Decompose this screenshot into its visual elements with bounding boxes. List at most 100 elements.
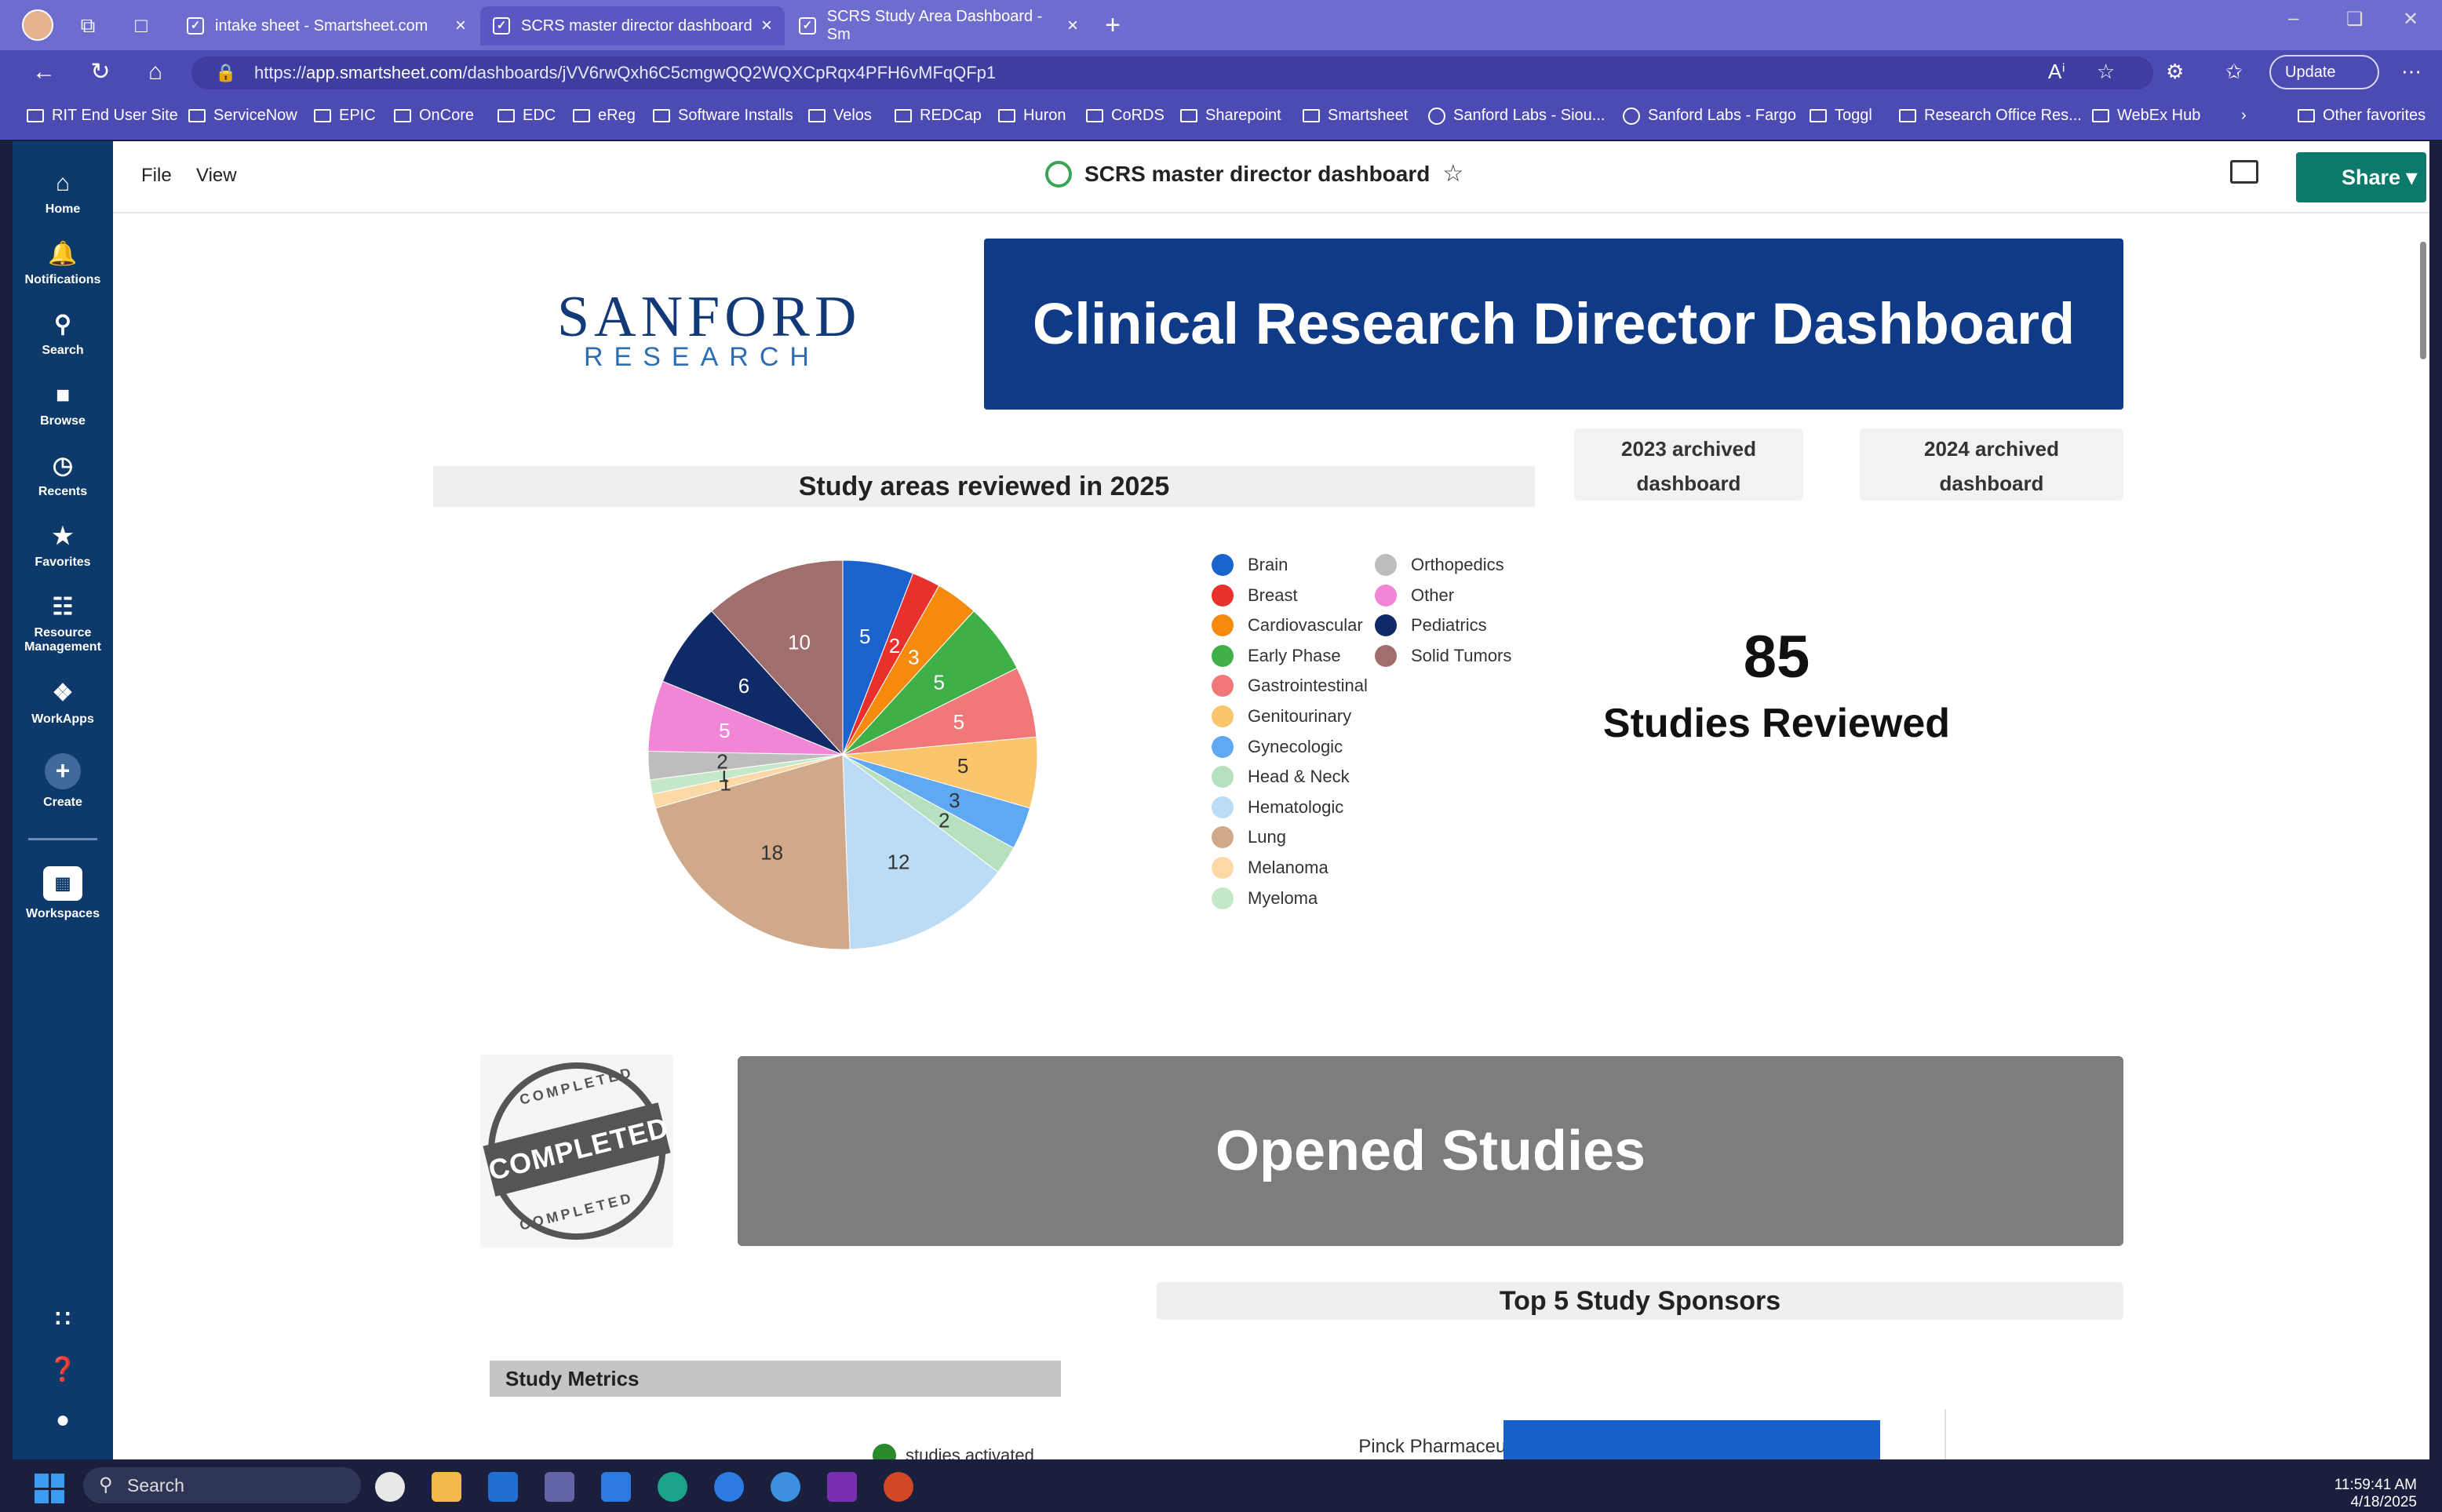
scrollbar-thumb[interactable] bbox=[2420, 242, 2426, 359]
favorite-star-icon[interactable]: ☆ bbox=[2097, 60, 2115, 84]
legend-label: Myeloma bbox=[1248, 887, 1318, 908]
legend-item[interactable]: Genitourinary bbox=[1212, 705, 1351, 727]
favorite-item[interactable]: Velos bbox=[808, 107, 872, 125]
close-window-icon[interactable]: ✕ bbox=[2403, 8, 2418, 31]
file-explorer-icon[interactable] bbox=[432, 1472, 461, 1502]
share-button[interactable]: Share ▾ bbox=[2296, 152, 2426, 202]
legend-item[interactable]: Head & Neck bbox=[1212, 766, 1350, 789]
favorite-star-icon[interactable]: ☆ bbox=[1442, 160, 1463, 188]
outlook-icon[interactable] bbox=[488, 1472, 518, 1502]
favorite-item[interactable]: Sanford Labs - Siou... bbox=[1428, 107, 1605, 125]
nav-recents[interactable]: ◷ Recents bbox=[13, 452, 113, 499]
other-favorites[interactable]: Other favorites bbox=[2298, 107, 2426, 125]
favorite-item[interactable]: OnCore bbox=[394, 107, 474, 125]
more-menu-icon[interactable]: ⋯ bbox=[2401, 60, 2422, 84]
read-aloud-icon[interactable]: Aⁱ bbox=[2048, 60, 2065, 84]
legend-item[interactable]: Gynecologic bbox=[1212, 735, 1343, 758]
nav-search[interactable]: ⚲ Search bbox=[13, 311, 113, 358]
favorite-item[interactable]: EDC bbox=[498, 107, 556, 125]
favorite-item[interactable]: REDCap bbox=[895, 107, 982, 125]
webex-icon[interactable] bbox=[601, 1472, 631, 1502]
legend-label: Early Phase bbox=[1248, 645, 1341, 665]
favorite-item[interactable]: Huron bbox=[998, 107, 1066, 125]
close-tab-icon[interactable]: × bbox=[1067, 15, 1078, 37]
folder-icon bbox=[394, 109, 411, 122]
nav-home[interactable]: ⌂ Home bbox=[13, 169, 113, 217]
tab-actions-icon[interactable]: □ bbox=[127, 11, 155, 39]
workspaces-icon[interactable]: ⧉ bbox=[74, 11, 102, 39]
legend-item[interactable]: Cardiovascular bbox=[1212, 614, 1363, 637]
favorites-overflow-icon[interactable]: › bbox=[2241, 107, 2247, 125]
nav-notifications[interactable]: 🔔 Notifications bbox=[13, 240, 113, 287]
favorite-item[interactable]: Software Installs bbox=[653, 107, 793, 125]
account-icon[interactable]: ● bbox=[13, 1406, 113, 1439]
copilot-icon[interactable] bbox=[771, 1472, 800, 1502]
favorite-item[interactable]: EPIC bbox=[314, 107, 376, 125]
task-view-icon[interactable] bbox=[375, 1472, 405, 1502]
favorite-item[interactable]: RIT End User Site bbox=[27, 107, 178, 125]
home-icon[interactable]: ⌂ bbox=[141, 58, 169, 86]
favorite-item[interactable]: Sanford Labs - Fargo bbox=[1623, 107, 1796, 125]
legend-item[interactable]: Orthopedics bbox=[1375, 554, 1504, 576]
legend-item[interactable]: Melanoma bbox=[1212, 857, 1329, 879]
favorite-item[interactable]: Research Office Res... bbox=[1899, 107, 2082, 125]
powerpoint-icon[interactable] bbox=[884, 1472, 913, 1502]
nav-workapps[interactable]: ❖ WorkApps bbox=[13, 679, 113, 727]
tab-intake-sheet[interactable]: ✓ intake sheet - Smartsheet.com × bbox=[174, 6, 479, 46]
legend-item[interactable]: Pediatrics bbox=[1375, 614, 1487, 637]
favorite-item[interactable]: CoRDS bbox=[1086, 107, 1165, 125]
tab-master-dashboard[interactable]: ✓ SCRS master director dashboard × bbox=[480, 6, 785, 46]
favorite-item[interactable]: ServiceNow bbox=[188, 107, 297, 125]
edge-icon[interactable] bbox=[658, 1472, 687, 1502]
resource-icon: ☷ bbox=[52, 594, 74, 620]
menu-view[interactable]: View bbox=[196, 165, 237, 187]
menu-file[interactable]: File bbox=[141, 165, 172, 187]
legend-label: Cardiovascular bbox=[1248, 615, 1363, 636]
windows-start-icon[interactable] bbox=[35, 1474, 64, 1503]
minimize-icon[interactable]: – bbox=[2288, 8, 2298, 30]
archived-2024-button[interactable]: 2024 archived dashboard bbox=[1860, 428, 2123, 501]
favorites-icon[interactable]: ✩ bbox=[2225, 60, 2243, 84]
new-tab-button[interactable]: + bbox=[1099, 11, 1127, 39]
close-tab-icon[interactable]: × bbox=[761, 15, 772, 37]
link-icon bbox=[1899, 109, 1916, 122]
help-app-icon[interactable] bbox=[714, 1472, 744, 1502]
favorite-item[interactable]: eReg bbox=[573, 107, 636, 125]
tab-study-area-dashboard[interactable]: ✓ SCRS Study Area Dashboard - Sm × bbox=[786, 6, 1091, 46]
vertical-scrollbar[interactable] bbox=[2417, 213, 2429, 1459]
nav-browse[interactable]: ■ Browse bbox=[13, 381, 113, 428]
close-tab-icon[interactable]: × bbox=[455, 15, 466, 37]
onenote-icon[interactable] bbox=[827, 1472, 857, 1502]
url-field[interactable]: 🔒 https://app.smartsheet.com/dashboards/j… bbox=[191, 56, 2153, 89]
legend-item[interactable]: Myeloma bbox=[1212, 887, 1318, 909]
reload-icon[interactable]: ↻ bbox=[86, 58, 115, 86]
profile-avatar[interactable] bbox=[22, 9, 53, 41]
back-icon[interactable]: ← bbox=[30, 58, 58, 86]
legend-item[interactable]: Lung bbox=[1212, 826, 1286, 849]
favorite-item[interactable]: Toggl bbox=[1810, 107, 1872, 125]
favorite-item[interactable]: Smartsheet bbox=[1303, 107, 1408, 125]
taskbar-search[interactable]: ⚲ Search bbox=[83, 1467, 361, 1503]
nav-create[interactable]: + Create bbox=[13, 753, 113, 810]
legend-item[interactable]: Gastrointestinal bbox=[1212, 675, 1368, 698]
archived-2023-button[interactable]: 2023 archived dashboard bbox=[1574, 428, 1803, 501]
nav-workspaces[interactable]: ▦ Workspaces bbox=[13, 866, 113, 921]
legend-item[interactable]: Early Phase bbox=[1212, 644, 1341, 667]
system-clock[interactable]: 11:59:41 AM 4/18/2025 bbox=[2323, 1477, 2417, 1511]
extensions-icon[interactable]: ⚙ bbox=[2166, 60, 2184, 84]
nav-favorites[interactable]: ★ Favorites bbox=[13, 523, 113, 570]
app-launcher-icon[interactable]: ∷ bbox=[13, 1306, 113, 1339]
help-icon[interactable]: ❓ bbox=[13, 1356, 113, 1389]
favorite-item[interactable]: Sharepoint bbox=[1180, 107, 1281, 125]
favorite-item[interactable]: WebEx Hub bbox=[2092, 107, 2200, 125]
presentation-mode-icon[interactable] bbox=[2230, 160, 2258, 184]
legend-item[interactable]: Solid Tumors bbox=[1375, 644, 1511, 667]
update-button[interactable]: Update bbox=[2269, 55, 2379, 89]
legend-item[interactable]: Other bbox=[1375, 584, 1454, 607]
legend-item[interactable]: Brain bbox=[1212, 554, 1288, 576]
legend-item[interactable]: Breast bbox=[1212, 584, 1298, 607]
teams-icon[interactable] bbox=[545, 1472, 574, 1502]
restore-icon[interactable]: ❏ bbox=[2346, 8, 2364, 31]
legend-item[interactable]: Hematologic bbox=[1212, 796, 1343, 818]
nav-resource-management[interactable]: ☷ Resource Management bbox=[13, 593, 113, 654]
